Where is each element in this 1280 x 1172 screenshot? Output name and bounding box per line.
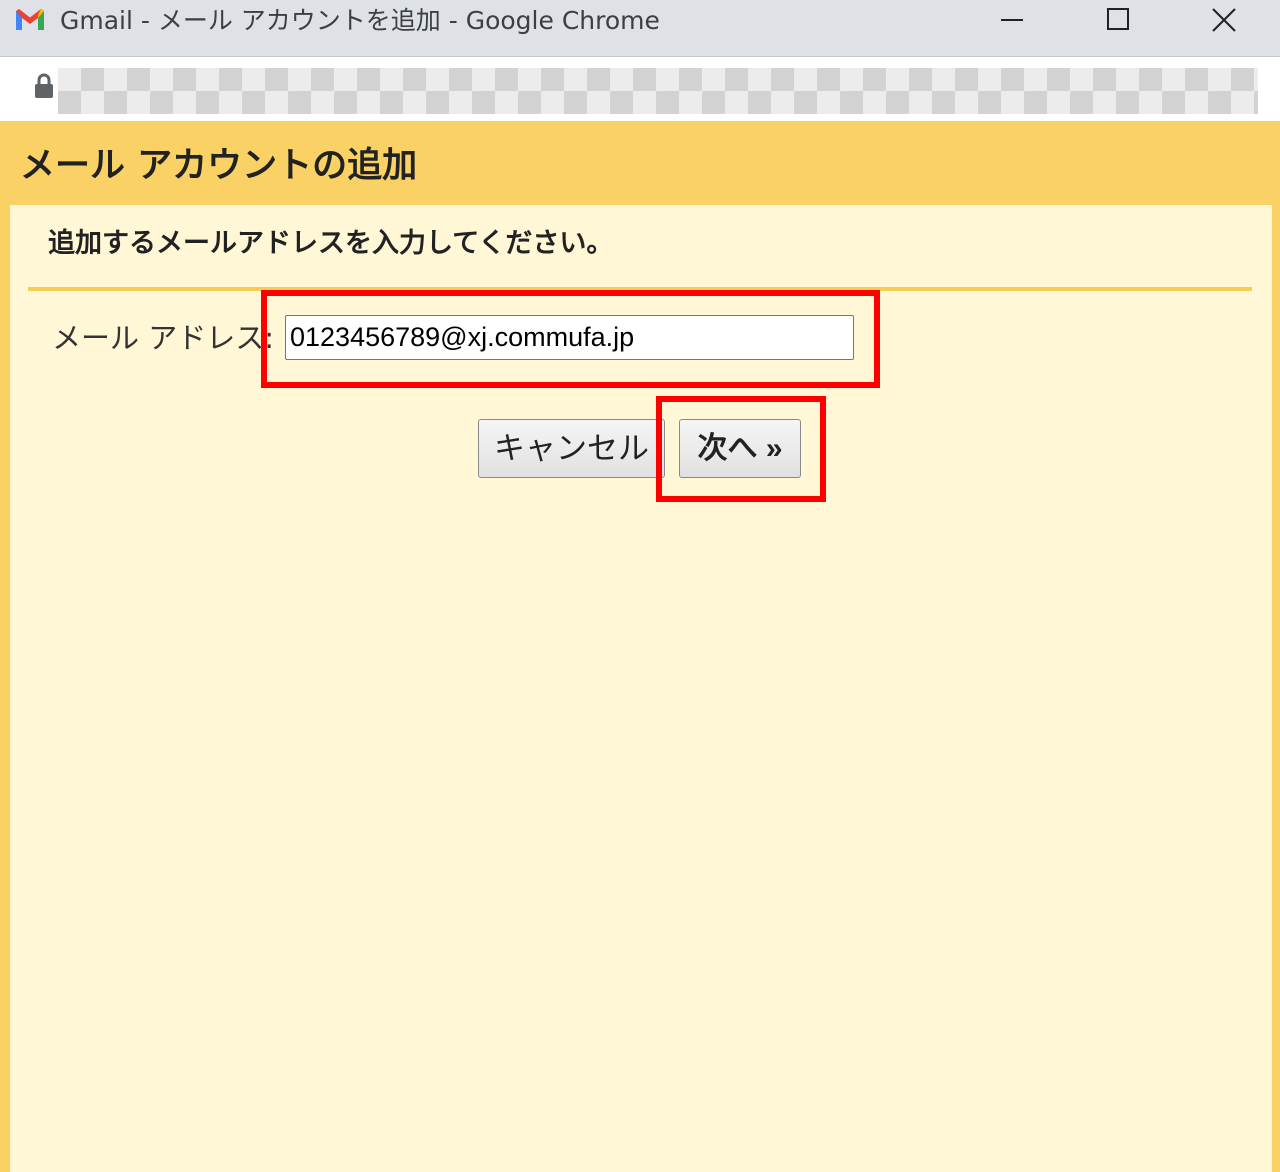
close-icon (1212, 8, 1236, 32)
window-title: Gmail - メール アカウントを追加 - Google Chrome (60, 6, 660, 35)
dialog-right-border (1272, 205, 1280, 1172)
separator-line (28, 287, 1252, 291)
email-field-label: メール アドレス: (52, 321, 274, 355)
minimize-icon (1001, 19, 1023, 21)
close-button[interactable] (1194, 0, 1254, 40)
next-button[interactable]: 次へ » (679, 419, 801, 478)
lock-icon (35, 73, 53, 98)
email-address-input[interactable] (285, 315, 854, 360)
maximize-icon (1107, 8, 1129, 30)
dialog-title: メール アカウントの追加 (20, 146, 418, 186)
cancel-button[interactable]: キャンセル (478, 419, 665, 478)
instruction-text: 追加するメールアドレスを入力してください。 (48, 228, 614, 259)
minimize-button[interactable] (982, 0, 1042, 40)
url-field-redacted[interactable] (58, 68, 1258, 114)
gmail-icon (16, 9, 44, 30)
maximize-button[interactable] (1088, 0, 1148, 40)
